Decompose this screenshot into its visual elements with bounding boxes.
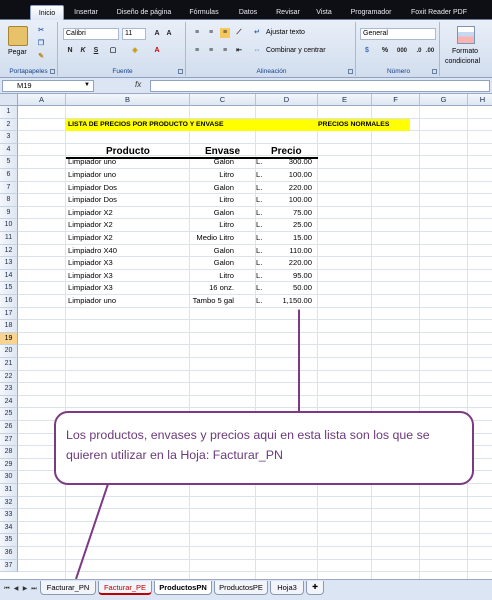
tab-revisar[interactable]: Revisar [268, 5, 308, 20]
align-center-icon[interactable]: ≡ [206, 46, 216, 56]
number-label: Número [386, 68, 411, 75]
first-sheet-icon[interactable]: ⏮ [3, 585, 11, 594]
sheet-tab-productos-pn[interactable]: ProductosPN [154, 581, 212, 595]
name-box-dropdown-icon[interactable]: ▼ [84, 82, 90, 88]
paste-label[interactable]: Pegar [8, 49, 27, 56]
insert-sheet-icon[interactable]: ✚ [306, 581, 324, 595]
callout-arrows [75, 309, 300, 579]
alignment-launcher-icon[interactable] [348, 69, 353, 74]
italic-button[interactable]: K [78, 46, 88, 56]
tab-programador[interactable]: Programador [342, 5, 400, 20]
conditional-format-button-line2[interactable]: condicional [445, 58, 480, 65]
copy-icon[interactable]: ❐ [36, 39, 46, 49]
font-color-icon[interactable]: A [152, 46, 162, 56]
number-group: General $ % 000 .0 .00 Número [358, 22, 440, 76]
formula-input[interactable] [150, 80, 490, 92]
align-top-icon[interactable]: ≡ [192, 28, 202, 38]
styles-group: Formato condicional [442, 22, 492, 76]
callout-box: Los productos, envases y precios aqui en… [54, 411, 474, 485]
sheet-tab-facturar-pn[interactable]: Facturar_PN [40, 581, 96, 595]
arrow-to-sheet-tab [75, 483, 109, 579]
grow-font-icon[interactable]: A [152, 29, 162, 39]
font-size-select[interactable]: 11 [122, 28, 146, 40]
ribbon: Pegar ✂ ❐ ✎ Portapapeles Calibri 11 A A … [0, 20, 492, 78]
number-launcher-icon[interactable] [432, 69, 437, 74]
sheet-tab-facturar-pe[interactable]: Facturar_PE [98, 581, 152, 595]
fill-color-icon[interactable]: ◈ [130, 46, 140, 56]
formula-bar: M19 ▼ fx [0, 78, 492, 94]
clipboard-label: Portapapeles [9, 68, 48, 75]
last-sheet-icon[interactable]: ⏭ [30, 585, 38, 594]
orientation-icon[interactable]: ⟋ [234, 28, 244, 38]
function-icon[interactable]: fx [135, 80, 141, 89]
align-right-icon[interactable]: ≡ [220, 46, 230, 56]
percent-button[interactable]: % [380, 46, 390, 56]
cut-icon[interactable]: ✂ [36, 26, 46, 36]
ribbon-tab-bar: Inicio Insertar Diseño de página Fórmula… [0, 0, 492, 20]
sheet-tab-productos-pe[interactable]: ProductosPE [214, 581, 268, 595]
worksheet-grid[interactable]: ABCDEFGH 1 2 3 4 5 6 7 8 9 10 11 12 13 14 15 16 17 18 19 20… [0, 94, 492, 579]
clipboard-launcher-icon[interactable] [50, 69, 55, 74]
align-left-icon[interactable]: ≡ [192, 46, 202, 56]
tab-vista[interactable]: Vista [310, 5, 338, 20]
tab-formulas[interactable]: Fórmulas [182, 5, 226, 20]
borders-icon[interactable]: ▢ [108, 46, 118, 56]
font-group: Calibri 11 A A N K S ▢ ◈ A Fuente [60, 22, 186, 76]
prev-sheet-icon[interactable]: ◀ [12, 585, 20, 594]
conditional-format-icon[interactable] [457, 26, 475, 44]
decrease-decimal-icon[interactable]: .00 [425, 46, 435, 56]
align-middle-icon[interactable]: ≡ [206, 28, 216, 38]
shrink-font-icon[interactable]: A [164, 29, 174, 39]
paste-icon[interactable] [8, 26, 28, 46]
tab-inicio[interactable]: Inicio [30, 5, 64, 20]
thousands-button[interactable]: 000 [394, 46, 410, 56]
next-sheet-icon[interactable]: ▶ [21, 585, 29, 594]
tab-diseno-pagina[interactable]: Diseño de página [108, 5, 180, 20]
tab-datos[interactable]: Datos [230, 5, 266, 20]
increase-decimal-icon[interactable]: .0 [414, 46, 424, 56]
sheet-tab-bar: ⏮ ◀ ▶ ⏭ Facturar_PN Facturar_PE Producto… [0, 579, 492, 600]
merge-icon[interactable]: ⇔ [252, 46, 262, 56]
currency-icon[interactable]: $ [362, 46, 372, 56]
merge-center-button[interactable]: Combinar y centrar [266, 47, 326, 54]
align-bottom-icon[interactable]: ≡ [220, 28, 230, 38]
format-painter-icon[interactable]: ✎ [36, 52, 46, 62]
underline-button[interactable]: S [91, 46, 101, 56]
callout-text: Los productos, envases y precios aqui en… [66, 428, 430, 462]
bold-button[interactable]: N [65, 46, 75, 56]
name-box[interactable]: M19 [2, 80, 94, 92]
font-name-select[interactable]: Calibri [63, 28, 119, 40]
clipboard-group: Pegar ✂ ❐ ✎ Portapapeles [0, 22, 58, 76]
number-format-select[interactable]: General [360, 28, 436, 40]
tab-foxit[interactable]: Foxit Reader PDF [404, 5, 474, 20]
sheet-tab-hoja3[interactable]: Hoja3 [270, 581, 304, 595]
wrap-text-button[interactable]: Ajustar texto [266, 29, 305, 36]
tab-insertar[interactable]: Insertar [66, 5, 106, 20]
font-label: Fuente [112, 68, 133, 75]
alignment-label: Alineación [256, 68, 287, 75]
font-launcher-icon[interactable] [178, 69, 183, 74]
conditional-format-button[interactable]: Formato [452, 48, 478, 55]
wrap-text-icon[interactable]: ↵ [252, 28, 262, 38]
indent-icon[interactable]: ⇤ [234, 46, 244, 56]
alignment-group: ≡ ≡ ≡ ⟋ ↵ Ajustar texto ≡ ≡ ≡ ⇤ ⇔ Combin… [188, 22, 356, 76]
